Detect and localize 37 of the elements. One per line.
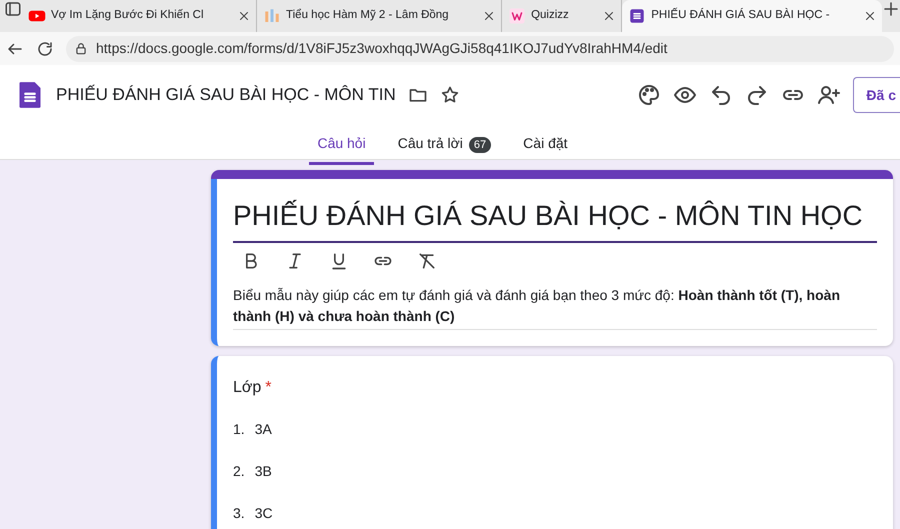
form-tab[interactable]: Cài đặt: [515, 125, 576, 165]
option-label: 3C: [254, 504, 273, 522]
address-bar[interactable]: https://docs.google.com/forms/d/1V8iFJ5z3woxhqqJWAgGJi58q41IKOJ7udYv8IrahHM4/edit: [66, 36, 894, 62]
close-icon[interactable]: [603, 10, 616, 22]
form-tab[interactable]: Câu hỏi: [309, 125, 374, 165]
tab-title: PHIẾU ĐÁNH GIÁ SAU BÀI HỌC -: [651, 9, 830, 22]
site-info-icon[interactable]: [74, 42, 88, 56]
site-favicon-icon: [263, 7, 282, 25]
tab-actions-icon[interactable]: [4, 0, 22, 18]
add-person-icon[interactable]: [817, 83, 842, 107]
close-icon[interactable]: [238, 10, 250, 22]
send-button[interactable]: Đã c: [853, 77, 900, 113]
form-tab[interactable]: Câu trả lời 67: [390, 125, 500, 165]
reload-icon[interactable]: [36, 40, 54, 58]
tab-title: Tiểu học Hàm Mỹ 2 - Lâm Đồng: [286, 9, 449, 22]
option-label: 3B: [254, 462, 272, 480]
browser-tab[interactable]: PHIẾU ĐÁNH GIÁ SAU BÀI HỌC -: [622, 0, 882, 32]
option-number: 2.: [233, 462, 245, 480]
option-label: 3A: [254, 420, 272, 438]
option-number: 1.: [233, 420, 245, 438]
close-icon[interactable]: [483, 10, 496, 22]
forms-favicon-icon: [628, 7, 646, 25]
form-title[interactable]: PHIẾU ĐÁNH GIÁ SAU BÀI HỌC - MÔN TIN HỌC: [233, 195, 877, 243]
star-icon[interactable]: [440, 85, 460, 105]
form-description[interactable]: Biểu mẫu này giúp các em tự đánh giá và đánh giá bạn theo 3 mức độ: Hoàn thành tốt (T), hoàn thành (H) và chưa hoàn thành (C): [233, 285, 877, 330]
document-title[interactable]: PHIẾU ĐÁNH GIÁ SAU BÀI HỌC - MÔN TIN: [56, 82, 396, 108]
tab-title: Quizizz: [531, 9, 569, 22]
required-asterisk: *: [265, 379, 272, 396]
quizizz-favicon-icon: [508, 7, 526, 25]
question-title: Lớp: [233, 379, 262, 396]
clear-formatting-icon[interactable]: [417, 251, 437, 271]
tab-title: Vợ Im Lặng Bước Đi Khiến Cl: [51, 9, 204, 22]
palette-icon[interactable]: [637, 83, 662, 107]
new-tab-icon[interactable]: [882, 0, 900, 18]
option-number: 3.: [233, 504, 245, 522]
close-icon[interactable]: [864, 10, 876, 22]
count-badge: 67: [468, 137, 492, 153]
